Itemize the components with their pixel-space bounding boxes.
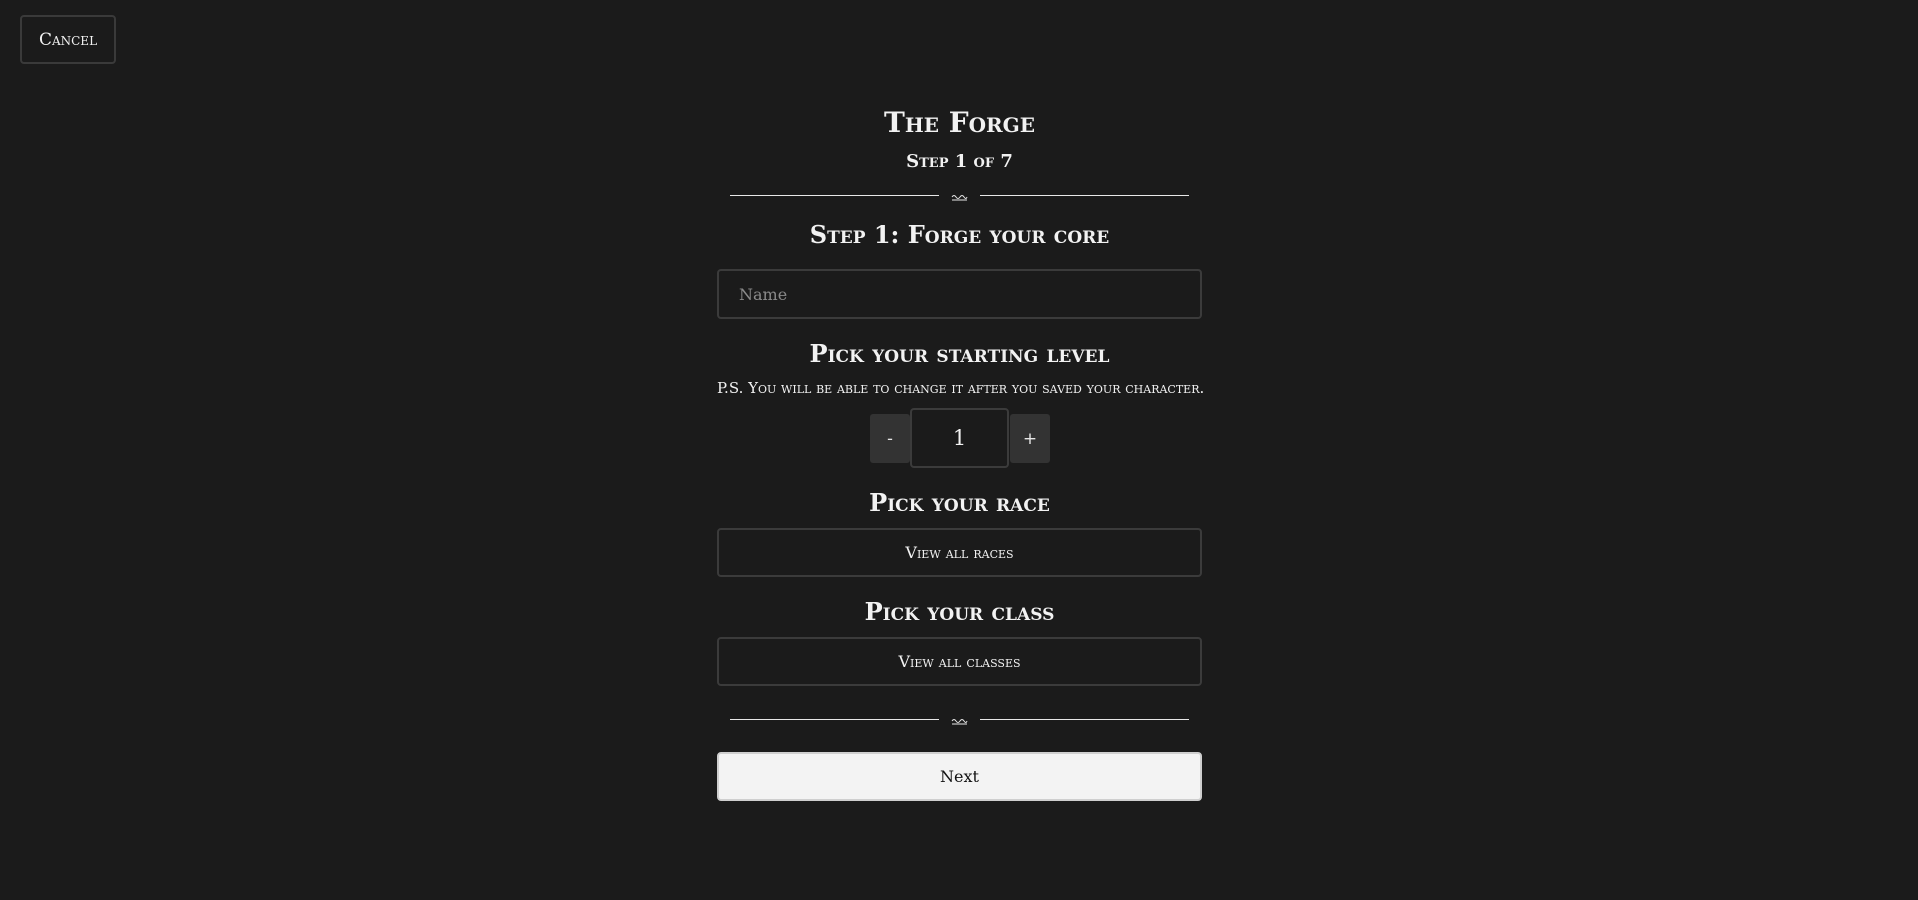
view-classes-button[interactable]: View all classes — [717, 637, 1202, 686]
level-note: P.S. You will be able to change it after… — [717, 379, 1205, 397]
name-input[interactable] — [717, 269, 1202, 319]
next-button[interactable]: Next — [717, 752, 1202, 801]
race-heading: Pick your race — [869, 488, 1050, 517]
level-heading: Pick your starting level — [809, 339, 1110, 368]
class-heading: Pick your class — [864, 597, 1055, 626]
step-indicator: Step 1 of 7 — [906, 151, 1013, 172]
cancel-button[interactable]: Cancel — [20, 15, 116, 64]
increment-level-button[interactable]: + — [1010, 414, 1050, 463]
wave-ornament-icon — [951, 195, 968, 201]
bottom-divider — [730, 713, 1189, 727]
step-heading: Step 1: Forge your core — [809, 220, 1110, 249]
view-races-button[interactable]: View all races — [717, 528, 1202, 577]
page-title: The Forge — [884, 106, 1035, 139]
decrement-level-button[interactable]: - — [870, 414, 910, 463]
wave-ornament-icon — [951, 719, 968, 725]
top-divider — [730, 189, 1189, 203]
level-value[interactable]: 1 — [910, 408, 1009, 468]
